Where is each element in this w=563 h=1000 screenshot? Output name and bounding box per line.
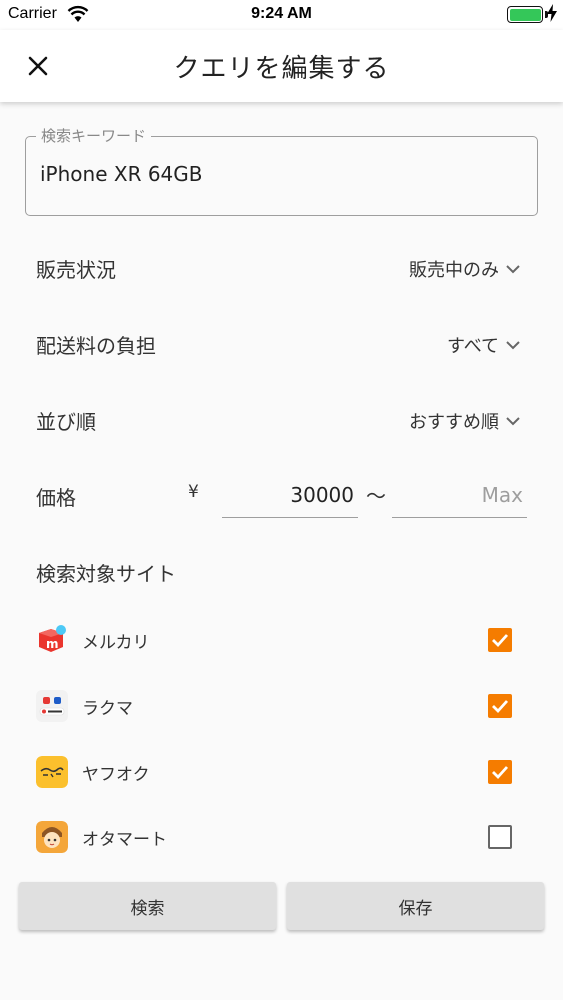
yafuoku-checkbox[interactable] <box>488 760 512 784</box>
shipping-value: すべて <box>446 336 499 357</box>
sale-status-label: 販売状況 <box>36 258 116 282</box>
price-separator: 〜 <box>366 484 386 508</box>
rakuma-checkbox[interactable] <box>488 694 512 718</box>
site-name: オタマート <box>82 830 167 850</box>
shipping-dropdown[interactable]: すべて <box>447 332 521 358</box>
save-button[interactable]: 保存 <box>287 882 544 930</box>
site-name: ヤフオク <box>82 765 150 785</box>
site-row-mercari: m メルカリ <box>0 616 563 666</box>
site-row-otamart: オタマート <box>0 813 563 863</box>
status-bar: Carrier 9:24 AM <box>0 0 563 30</box>
site-name: メルカリ <box>82 633 150 653</box>
shipping-label: 配送料の負担 <box>36 334 156 358</box>
site-row-yafuoku: ヤフオク <box>0 748 563 798</box>
check-icon <box>492 766 509 780</box>
price-max-input[interactable] <box>392 472 527 518</box>
check-icon <box>492 634 509 648</box>
yafuoku-icon <box>36 756 68 788</box>
sale-status-value: 販売中のみ <box>409 260 499 281</box>
keyword-input[interactable] <box>40 159 520 189</box>
sort-dropdown[interactable]: おすすめ順 <box>409 408 521 434</box>
search-button[interactable]: 検索 <box>19 882 276 930</box>
site-row-rakuma: ラクマ <box>0 682 563 732</box>
sale-status-dropdown[interactable]: 販売中のみ <box>409 256 521 282</box>
page-title: クエリを編集する <box>173 54 390 84</box>
chevron-down-icon <box>506 265 520 274</box>
target-sites-label: 検索対象サイト <box>36 562 176 586</box>
mercari-icon: m <box>36 624 68 656</box>
sort-value: おすすめ順 <box>409 412 499 433</box>
chevron-down-icon <box>506 341 520 350</box>
price-label: 価格 <box>36 486 76 510</box>
battery-icon <box>507 6 543 23</box>
charging-icon <box>547 4 557 22</box>
chevron-down-icon <box>506 417 520 426</box>
keyword-field[interactable]: 検索キーワード <box>25 125 538 216</box>
rakuma-icon <box>36 690 68 722</box>
site-name: ラクマ <box>82 699 133 719</box>
status-time: 9:24 AM <box>251 5 312 22</box>
price-min-input[interactable] <box>222 472 358 518</box>
edit-query-form: 検索キーワード 販売状況 販売中のみ 配送料の負担 すべて 並び順 おすすめ順 … <box>0 102 563 1000</box>
currency-symbol: ¥ <box>188 482 199 502</box>
check-icon <box>492 700 509 714</box>
svg-text:m: m <box>46 637 59 651</box>
otamart-checkbox[interactable] <box>488 825 512 849</box>
otamart-icon <box>36 821 68 853</box>
app-bar: クエリを編集する <box>0 30 563 102</box>
mercari-checkbox[interactable] <box>488 628 512 652</box>
sort-label: 並び順 <box>36 410 96 434</box>
keyword-field-label: 検索キーワード <box>36 125 152 146</box>
